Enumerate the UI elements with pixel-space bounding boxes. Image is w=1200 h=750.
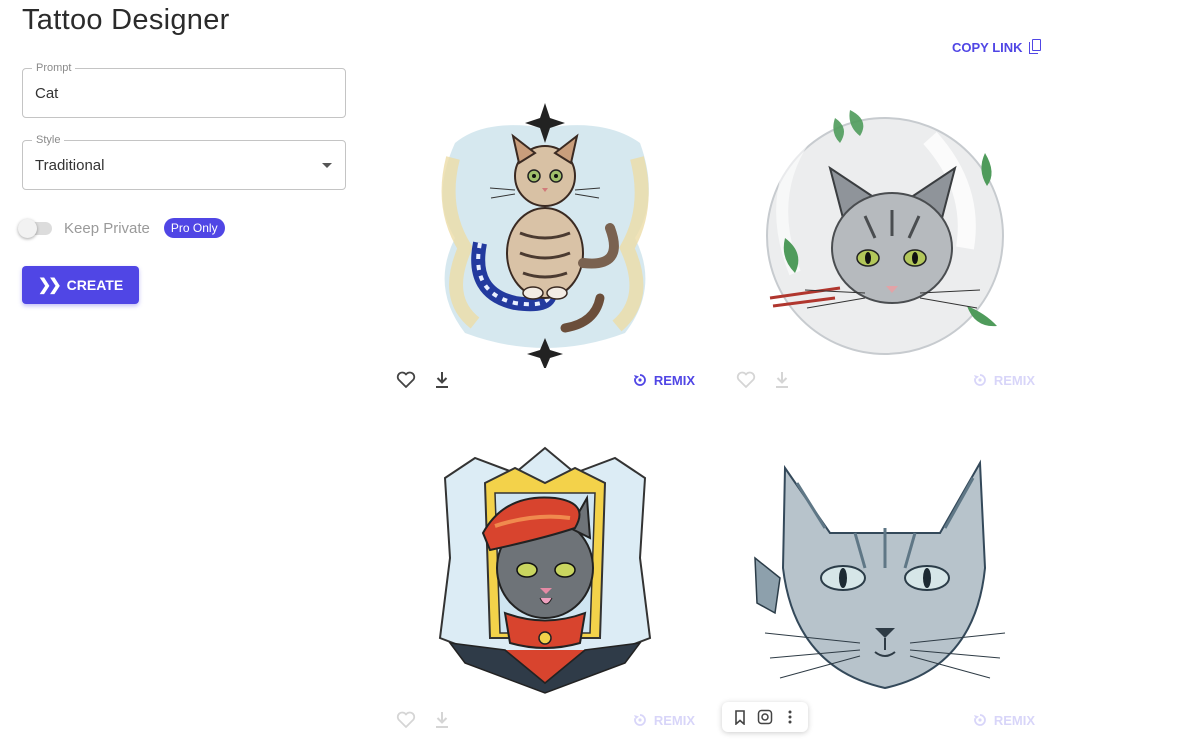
card-actions: REMIX [395,366,695,394]
download-icon[interactable] [771,369,793,391]
keep-private-row: Keep Private Pro Only [18,217,225,239]
toggle-thumb[interactable] [18,218,37,238]
more-vert-icon[interactable] [779,706,801,728]
download-icon[interactable] [431,709,453,731]
design-card: REMIX [395,438,695,750]
remix-button[interactable]: REMIX [633,713,695,728]
remix-icon [973,713,987,727]
design-card: REMIX [735,98,1035,418]
download-icon[interactable] [431,369,453,391]
image-toolbar [722,702,808,732]
keep-private-label: Keep Private [64,219,150,237]
remix-icon [973,373,987,387]
style-legend: Style [32,134,65,146]
tattoo-image[interactable] [395,98,695,368]
remix-button[interactable]: REMIX [973,713,1035,728]
remix-label: REMIX [993,712,1035,728]
copy-link-button[interactable]: COPY LINK [952,39,1043,55]
keep-private-toggle[interactable] [18,218,52,238]
card-actions: REMIX [395,706,695,734]
remix-icon [633,373,647,387]
heart-icon[interactable] [735,369,757,391]
create-label: CREATE [66,277,124,293]
bookmark-icon[interactable] [729,706,751,728]
create-button[interactable]: ❯❯ CREATE [22,266,139,304]
style-select[interactable]: Style Traditional [22,134,346,190]
remix-label: REMIX [653,372,695,388]
remix-button[interactable]: REMIX [973,373,1035,388]
pro-only-badge: Pro Only [163,218,225,238]
card-actions: REMIX [735,366,1035,394]
lens-icon[interactable] [754,706,776,728]
heart-icon[interactable] [395,709,417,731]
remix-label: REMIX [653,712,695,728]
prompt-value[interactable]: Cat [35,85,58,102]
remix-icon [633,713,647,727]
remix-button[interactable]: REMIX [633,373,695,388]
prompt-field[interactable]: Prompt Cat [22,62,346,118]
design-card: REMIX [395,98,695,418]
remix-label: REMIX [993,372,1035,388]
tattoo-image[interactable] [395,438,695,708]
heart-icon[interactable] [395,369,417,391]
dropdown-caret-icon[interactable] [322,163,332,168]
prompt-legend: Prompt [32,62,76,74]
chevrons-right-icon: ❯❯ [37,277,62,294]
copy-link-label: COPY LINK [952,39,1023,55]
tattoo-image[interactable] [735,438,1035,708]
page-title: Tattoo Designer [22,4,230,36]
tattoo-image[interactable] [735,98,1035,368]
style-value: Traditional [35,157,105,174]
copy-icon [1028,39,1043,55]
